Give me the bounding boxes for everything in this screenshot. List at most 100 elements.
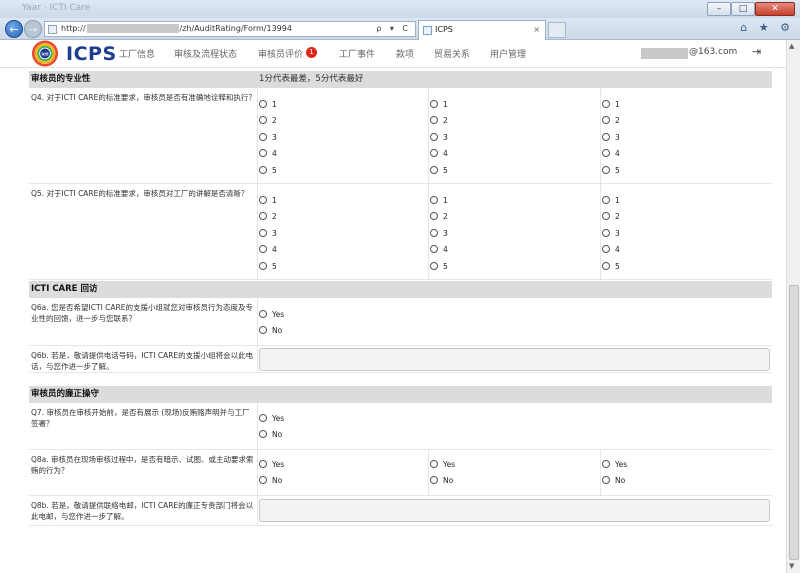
address-tools-icon[interactable]: ρ ▾ C <box>376 22 411 36</box>
radio-icon[interactable] <box>602 165 610 174</box>
radio-icon[interactable] <box>602 245 610 254</box>
new-tab-button[interactable] <box>548 22 566 38</box>
rating-option[interactable]: 2 <box>430 115 448 127</box>
radio-icon[interactable] <box>430 149 438 158</box>
rating-option[interactable]: 4 <box>602 244 620 256</box>
option-no[interactable]: No <box>602 475 625 487</box>
radio-icon[interactable] <box>602 149 610 158</box>
radio-icon[interactable] <box>430 116 438 125</box>
minimize-button[interactable]: – <box>707 2 731 16</box>
radio-icon[interactable] <box>259 116 267 125</box>
forward-button[interactable]: → <box>24 20 42 38</box>
rating-option[interactable]: 5 <box>259 261 277 273</box>
rating-option[interactable]: 2 <box>259 115 277 127</box>
maximize-button[interactable]: □ <box>731 2 755 16</box>
rating-option[interactable]: 4 <box>259 148 277 160</box>
radio-icon[interactable] <box>259 460 267 468</box>
radio-icon[interactable] <box>259 245 267 254</box>
rating-option[interactable]: 2 <box>259 211 277 223</box>
rating-option[interactable]: 5 <box>430 165 448 177</box>
rating-option[interactable]: 3 <box>430 132 448 144</box>
radio-icon[interactable] <box>430 165 438 174</box>
rating-option[interactable]: 3 <box>430 228 448 240</box>
option-no[interactable]: No <box>259 475 282 487</box>
option-yes[interactable]: Yes <box>259 413 284 425</box>
scroll-up-icon[interactable]: ▲ <box>789 42 794 50</box>
radio-icon[interactable] <box>259 132 267 141</box>
rating-option[interactable]: 1 <box>259 195 277 207</box>
rating-option[interactable]: 3 <box>259 132 277 144</box>
rating-option[interactable]: 4 <box>602 148 620 160</box>
radio-icon[interactable] <box>259 326 267 334</box>
radio-icon[interactable] <box>259 149 267 158</box>
option-yes[interactable]: Yes <box>430 459 455 471</box>
rating-option[interactable]: 1 <box>602 99 620 111</box>
scrollbar-thumb[interactable] <box>789 285 799 560</box>
radio-icon[interactable] <box>259 414 267 422</box>
radio-icon[interactable] <box>259 430 267 438</box>
option-yes[interactable]: Yes <box>259 459 284 471</box>
radio-icon[interactable] <box>259 476 267 484</box>
option-no[interactable]: No <box>259 429 282 441</box>
rating-option[interactable]: 4 <box>430 148 448 160</box>
rating-option[interactable]: 2 <box>430 211 448 223</box>
rating-option[interactable]: 3 <box>259 228 277 240</box>
radio-icon[interactable] <box>602 212 610 221</box>
nav-auditor-rating[interactable]: 审核员评价 1 <box>258 47 318 60</box>
radio-icon[interactable] <box>602 228 610 237</box>
radio-icon[interactable] <box>602 476 610 484</box>
vertical-scrollbar[interactable]: ▲ ▼ <box>786 40 800 573</box>
rating-option[interactable]: 1 <box>602 195 620 207</box>
radio-icon[interactable] <box>602 261 610 270</box>
nav-audit-status[interactable]: 审核及流程状态 <box>174 47 237 60</box>
nav-factory-events[interactable]: 工厂事件 <box>339 47 375 60</box>
radio-icon[interactable] <box>430 476 438 484</box>
rating-option[interactable]: 4 <box>259 244 277 256</box>
address-bar[interactable]: http:// /zh/AuditRating/Form/13994 ρ ▾ C <box>44 21 416 37</box>
radio-icon[interactable] <box>430 100 438 108</box>
rating-option[interactable]: 4 <box>430 244 448 256</box>
scroll-down-icon[interactable]: ▼ <box>789 562 794 570</box>
radio-icon[interactable] <box>602 460 610 468</box>
radio-icon[interactable] <box>430 196 438 204</box>
browser-tab[interactable]: ICPS × <box>418 20 546 40</box>
phone-textarea[interactable] <box>259 348 770 371</box>
rating-option[interactable]: 3 <box>602 132 620 144</box>
rating-option[interactable]: 1 <box>430 99 448 111</box>
email-textarea[interactable] <box>259 499 770 522</box>
radio-icon[interactable] <box>430 460 438 468</box>
option-yes[interactable]: Yes <box>259 309 284 321</box>
radio-icon[interactable] <box>259 165 267 174</box>
option-no[interactable]: No <box>259 325 282 337</box>
radio-icon[interactable] <box>430 245 438 254</box>
nav-trade-relations[interactable]: 贸易关系 <box>434 47 470 60</box>
rating-option[interactable]: 5 <box>259 165 277 177</box>
option-yes[interactable]: Yes <box>602 459 627 471</box>
radio-icon[interactable] <box>259 310 267 318</box>
radio-icon[interactable] <box>259 100 267 108</box>
close-window-button[interactable]: ✕ <box>755 2 795 16</box>
rating-option[interactable]: 2 <box>602 211 620 223</box>
nav-payments[interactable]: 款项 <box>396 47 414 60</box>
rating-option[interactable]: 5 <box>602 165 620 177</box>
rating-option[interactable]: 5 <box>430 261 448 273</box>
rating-option[interactable]: 5 <box>602 261 620 273</box>
radio-icon[interactable] <box>259 228 267 237</box>
rating-option[interactable]: 2 <box>602 115 620 127</box>
radio-icon[interactable] <box>430 261 438 270</box>
logout-icon[interactable]: ⇥ <box>752 45 761 58</box>
radio-icon[interactable] <box>430 132 438 141</box>
back-button[interactable]: ← <box>5 20 23 38</box>
nav-user-management[interactable]: 用户管理 <box>490 47 526 60</box>
rating-option[interactable]: 1 <box>430 195 448 207</box>
radio-icon[interactable] <box>602 116 610 125</box>
radio-icon[interactable] <box>602 196 610 204</box>
tab-close-icon[interactable]: × <box>533 21 540 39</box>
nav-factory-info[interactable]: 工厂信息 <box>119 47 155 60</box>
radio-icon[interactable] <box>259 261 267 270</box>
radio-icon[interactable] <box>602 132 610 141</box>
radio-icon[interactable] <box>259 196 267 204</box>
rating-option[interactable]: 1 <box>259 99 277 111</box>
rating-option[interactable]: 3 <box>602 228 620 240</box>
home-favorites-settings-icons[interactable]: ⌂ ★ ⚙ <box>740 21 794 34</box>
